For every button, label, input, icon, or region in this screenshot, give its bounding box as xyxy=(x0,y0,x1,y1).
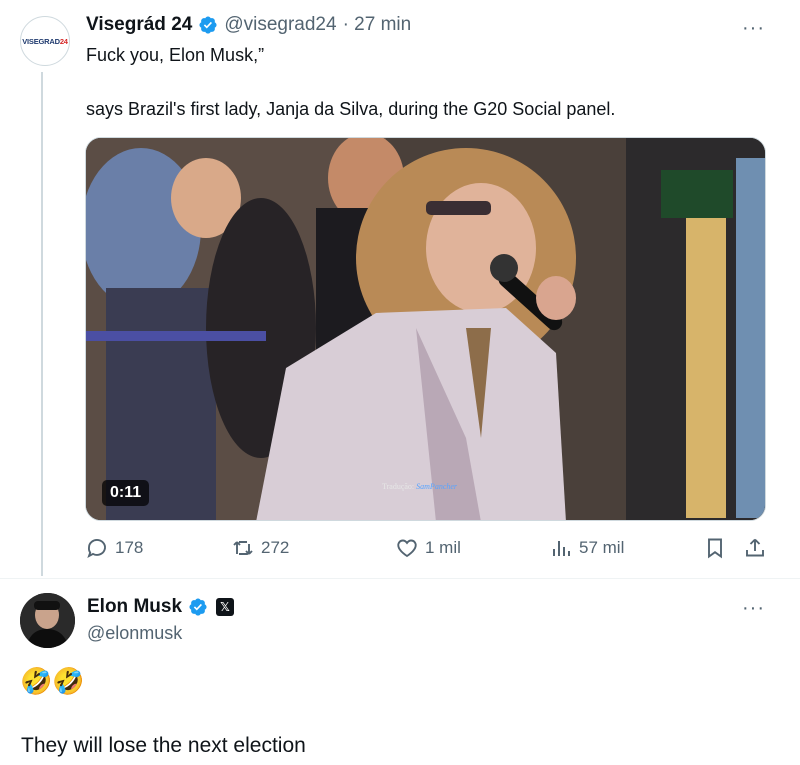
verified-badge-icon xyxy=(199,16,217,34)
reply-button[interactable]: 178 xyxy=(85,536,143,560)
video-duration-badge: 0:11 xyxy=(102,480,150,506)
views-chart-icon xyxy=(553,541,570,556)
tweet-text-line-2: says Brazil's first lady, Janja da Silva… xyxy=(86,99,616,119)
views-count: 57 mil xyxy=(579,538,625,557)
reply-icon xyxy=(87,539,106,558)
author-handle[interactable]: @visegrad24 xyxy=(224,14,336,36)
avatar-elon[interactable] xyxy=(20,593,75,648)
repost-button[interactable]: 272 xyxy=(231,536,289,560)
tweet-header: Visegrád 24 @visegrad24 · 27 min xyxy=(86,14,411,36)
like-count: 1 mil xyxy=(425,538,461,557)
share-icon xyxy=(746,538,764,557)
avatar-logo-text: VISEGRAD24 xyxy=(22,36,68,46)
views-button[interactable]: 57 mil xyxy=(549,536,624,560)
tweet-divider xyxy=(0,578,800,579)
like-button[interactable]: 1 mil xyxy=(395,536,461,560)
video-player[interactable]: 0:11 Tradução: SamPancher xyxy=(85,137,766,521)
repost-count: 272 xyxy=(261,538,290,557)
reply-count: 178 xyxy=(115,538,144,557)
bookmark-button[interactable] xyxy=(703,536,727,560)
thread-connector-line xyxy=(41,72,43,576)
reply-more-options-icon[interactable]: ··· xyxy=(742,598,765,618)
reply-emoji: 🤣🤣 xyxy=(20,666,85,696)
repost-icon xyxy=(233,541,253,555)
video-caption: Tradução: SamPancher xyxy=(382,482,458,491)
reply-author-name[interactable]: Elon Musk xyxy=(87,596,182,618)
author-name[interactable]: Visegrád 24 xyxy=(86,14,192,36)
tweet-timestamp[interactable]: · 27 min xyxy=(343,14,412,36)
reply-header: Elon Musk 𝕏 xyxy=(87,596,235,618)
verified-badge-icon xyxy=(189,598,207,616)
reply-text: They will lose the next election xyxy=(21,734,306,757)
avatar-photo xyxy=(20,593,75,648)
share-button[interactable] xyxy=(743,536,767,560)
tweet-action-bar: 178 272 1 mil 57 mil xyxy=(85,536,770,566)
tweet-text-line-1: Fuck you, Elon Musk,” xyxy=(86,45,265,65)
x-affiliate-badge-icon: 𝕏 xyxy=(216,598,235,616)
video-frame xyxy=(86,138,765,520)
heart-icon xyxy=(397,539,417,558)
bookmark-icon xyxy=(708,538,722,559)
reply-author-handle[interactable]: @elonmusk xyxy=(87,623,182,644)
more-options-icon[interactable]: ··· xyxy=(742,18,765,38)
avatar-visegrad[interactable]: VISEGRAD24 xyxy=(20,16,70,66)
